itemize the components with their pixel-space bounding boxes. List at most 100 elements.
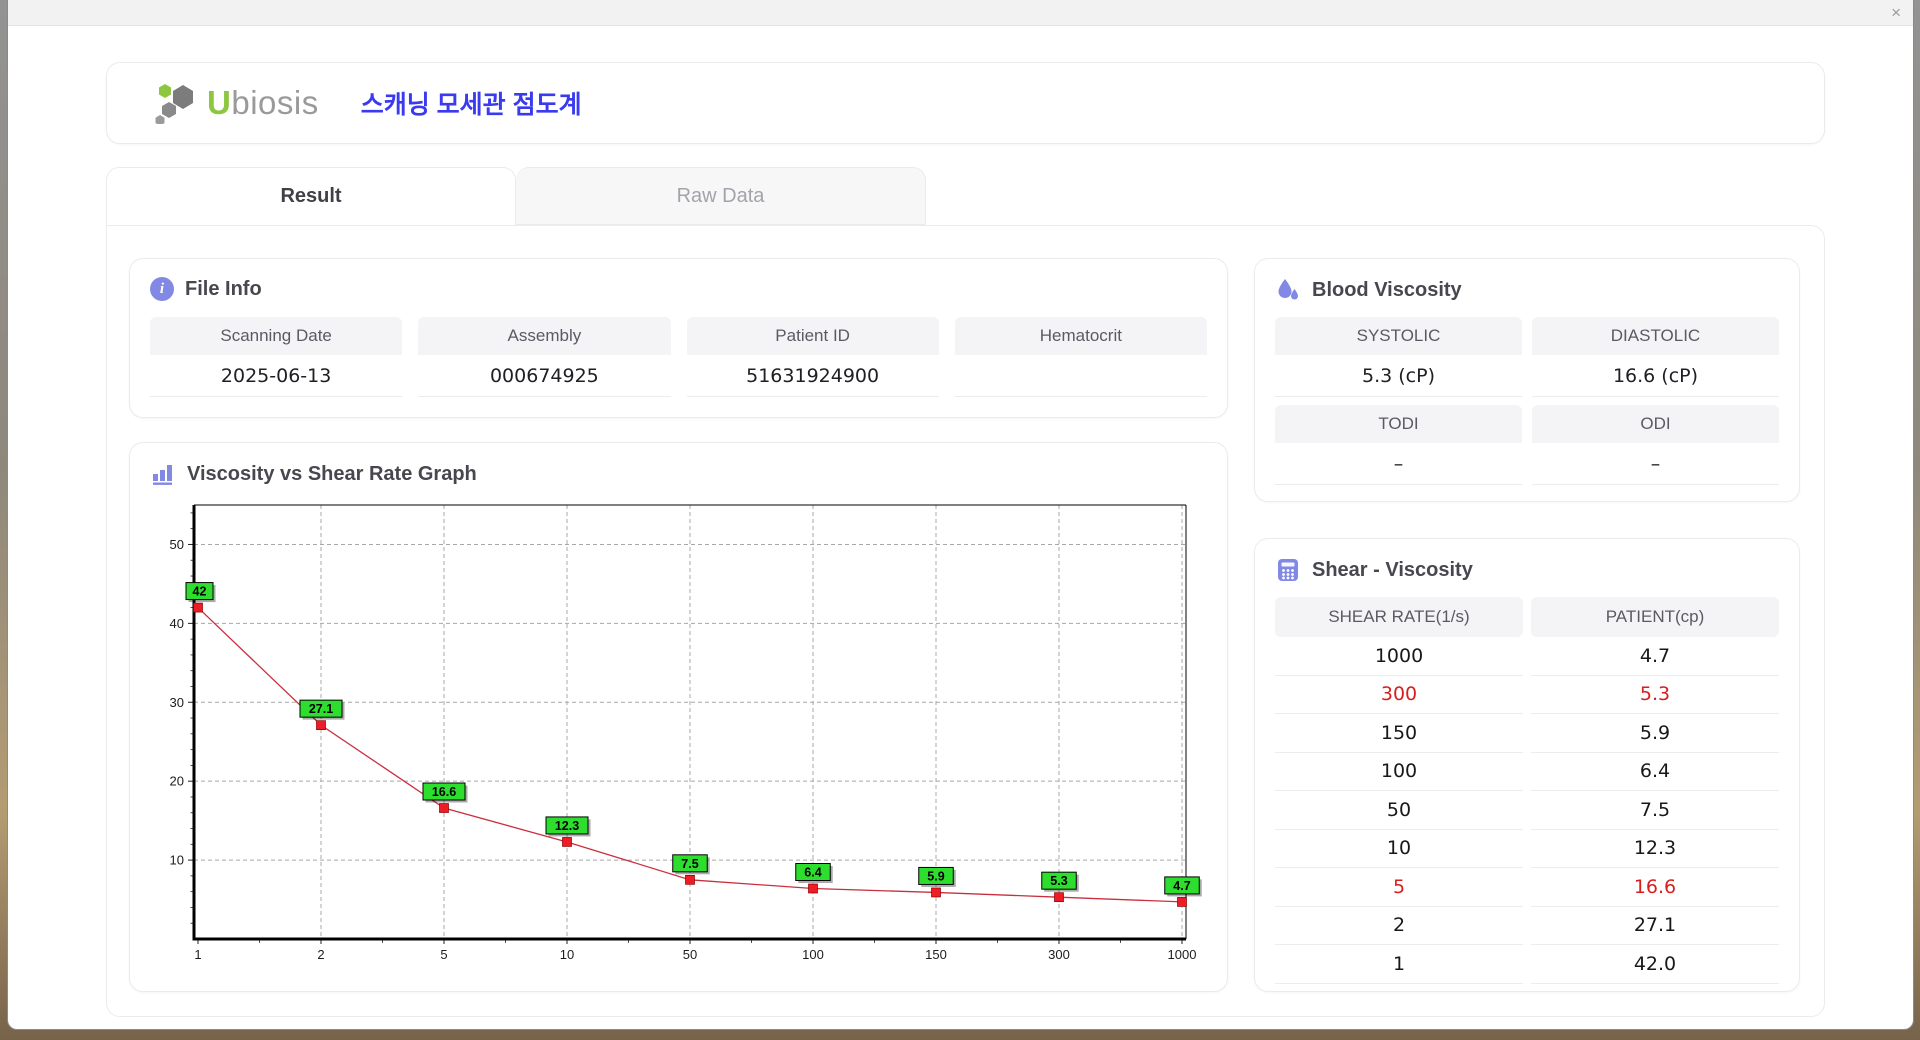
svg-text:10: 10 <box>170 853 184 868</box>
svg-text:6.4: 6.4 <box>804 865 821 879</box>
metric-label-diastolic: DIASTOLIC <box>1532 317 1779 355</box>
svg-text:300: 300 <box>1048 947 1070 962</box>
table-row: 50 7.5 <box>1275 791 1779 830</box>
field-label-scanning-date: Scanning Date <box>150 317 403 355</box>
table-body: 1000 4.7 300 5.3 150 5.9 100 6.4 50 7.5 10 12.3 5 16.… <box>1275 637 1779 984</box>
graph-header: Viscosity vs Shear Rate Graph <box>150 461 1207 487</box>
field-label-assembly: Assembly <box>418 317 671 355</box>
svg-text:1000: 1000 <box>1168 947 1197 962</box>
cell-patient-viscosity: 42.0 <box>1531 945 1779 984</box>
brand-rest: biosis <box>231 84 319 121</box>
cell-patient-viscosity: 4.7 <box>1531 637 1779 676</box>
table-row: 5 16.6 <box>1275 868 1779 907</box>
graph-card: Viscosity vs Shear Rate Graph 10 20 30 40 50… <box>129 442 1228 992</box>
cell-shear-rate: 100 <box>1275 753 1523 791</box>
table-row: 10 12.3 <box>1275 830 1779 868</box>
cell-patient-viscosity: 5.9 <box>1531 714 1779 753</box>
shear-viscosity-title: Shear - Viscosity <box>1312 558 1473 581</box>
svg-text:2: 2 <box>317 947 324 962</box>
table-row: 1 42.0 <box>1275 945 1779 984</box>
column-header-shear-rate: SHEAR RATE(1/s) <box>1275 597 1523 637</box>
cell-patient-viscosity: 6.4 <box>1531 753 1779 791</box>
close-icon[interactable]: × <box>1891 4 1901 21</box>
header-card: Ubiosis 스캐닝 모세관 점도계 <box>106 62 1825 144</box>
blood-viscosity-grid: SYSTOLIC DIASTOLIC 5.3 (cP) 16.6 (cP) TO… <box>1275 317 1779 485</box>
table-header-row: SHEAR RATE(1/s) PATIENT(cp) <box>1275 597 1779 637</box>
file-info-card: i File Info Scanning Date Assembly Patie… <box>129 258 1228 418</box>
page-title: 스캐닝 모세관 점도계 <box>360 91 582 119</box>
metric-label-odi: ODI <box>1532 405 1779 443</box>
metric-value-diastolic: 16.6 (cP) <box>1532 355 1779 397</box>
page-content: Ubiosis 스캐닝 모세관 점도계 Result Raw Data i Fi… <box>8 26 1913 1029</box>
svg-text:5.3: 5.3 <box>1050 874 1067 888</box>
app-window: × Ubiosis 스캐닝 모세관 점도계 Result Raw Data i … <box>7 0 1914 1030</box>
metric-label-todi: TODI <box>1275 405 1522 443</box>
svg-text:27.1: 27.1 <box>309 702 333 716</box>
table-row: 1000 4.7 <box>1275 637 1779 676</box>
svg-text:1: 1 <box>194 947 201 962</box>
svg-text:4.7: 4.7 <box>1173 879 1190 893</box>
result-panel: i File Info Scanning Date Assembly Patie… <box>106 225 1825 1017</box>
metric-value-odi: – <box>1532 443 1779 485</box>
cell-patient-viscosity: 12.3 <box>1531 830 1779 868</box>
viscosity-chart: 10 20 30 40 50 1 2 5 10 50 100 150 300 1000 42 27.1 16.6… <box>170 504 1202 962</box>
metric-value-systolic: 5.3 (cP) <box>1275 355 1522 397</box>
hexagon-logo-icon <box>155 84 193 124</box>
tab-bar: Result Raw Data <box>106 167 1825 225</box>
cell-patient-viscosity: 5.3 <box>1531 676 1779 714</box>
cell-patient-viscosity: 7.5 <box>1531 791 1779 830</box>
viscosity-chart-container: 10 20 30 40 50 1 2 5 10 50 100 150 300 1000 42 27.1 16.6… <box>150 497 1207 975</box>
cell-shear-rate: 50 <box>1275 791 1523 830</box>
brand-u: U <box>207 84 232 121</box>
blood-viscosity-card: Blood Viscosity SYSTOLIC DIASTOLIC 5.3 (… <box>1254 258 1800 502</box>
brand-text: Ubiosis <box>207 84 319 122</box>
shear-viscosity-header: Shear - Viscosity <box>1275 557 1779 583</box>
cell-patient-viscosity: 16.6 <box>1531 868 1779 907</box>
svg-text:30: 30 <box>170 695 184 710</box>
tab-result[interactable]: Result <box>106 167 516 225</box>
tab-raw-data[interactable]: Raw Data <box>516 167 926 225</box>
file-info-grid: Scanning Date Assembly Patient ID Hemato… <box>150 317 1207 397</box>
cell-shear-rate: 300 <box>1275 676 1523 714</box>
metric-label-systolic: SYSTOLIC <box>1275 317 1522 355</box>
file-info-title: File Info <box>185 277 262 300</box>
cell-shear-rate: 5 <box>1275 868 1523 907</box>
field-value-hematocrit <box>954 355 1207 397</box>
brand-logo: Ubiosis <box>153 82 319 124</box>
left-column: i File Info Scanning Date Assembly Patie… <box>129 258 1228 992</box>
calculator-icon <box>1278 559 1298 581</box>
cell-shear-rate: 10 <box>1275 830 1523 868</box>
svg-text:40: 40 <box>170 616 184 631</box>
field-label-hematocrit: Hematocrit <box>954 317 1207 355</box>
shear-viscosity-card: Shear - Viscosity SHEAR RATE(1/s) PATIEN… <box>1254 538 1800 992</box>
cell-shear-rate: 1 <box>1275 945 1523 984</box>
svg-text:5: 5 <box>440 947 447 962</box>
field-value-assembly: 000674925 <box>418 355 671 397</box>
svg-text:100: 100 <box>802 947 824 962</box>
table-row: 100 6.4 <box>1275 753 1779 791</box>
metric-value-todi: – <box>1275 443 1522 485</box>
svg-text:20: 20 <box>170 774 184 789</box>
file-info-header: i File Info <box>150 277 1207 301</box>
chart-y-labels: 10 20 30 40 50 <box>170 537 184 868</box>
svg-text:50: 50 <box>683 947 697 962</box>
field-label-patient-id: Patient ID <box>686 317 939 355</box>
svg-text:10: 10 <box>560 947 574 962</box>
svg-text:5.9: 5.9 <box>927 869 944 883</box>
blood-viscosity-header: Blood Viscosity <box>1275 277 1779 303</box>
info-icon: i <box>150 277 174 301</box>
cell-patient-viscosity: 27.1 <box>1531 907 1779 945</box>
table-row: 150 5.9 <box>1275 714 1779 753</box>
field-value-scanning-date: 2025-06-13 <box>150 355 403 397</box>
shear-viscosity-table: SHEAR RATE(1/s) PATIENT(cp) 1000 4.7 300 5.… <box>1275 597 1779 984</box>
svg-text:12.3: 12.3 <box>555 819 579 833</box>
cell-shear-rate: 2 <box>1275 907 1523 945</box>
field-value-patient-id: 51631924900 <box>686 355 939 397</box>
svg-text:150: 150 <box>925 947 947 962</box>
svg-text:16.6: 16.6 <box>432 785 456 799</box>
svg-text:7.5: 7.5 <box>681 857 698 871</box>
right-column: Blood Viscosity SYSTOLIC DIASTOLIC 5.3 (… <box>1254 258 1800 992</box>
graph-title: Viscosity vs Shear Rate Graph <box>187 462 477 485</box>
window-titlebar: × <box>8 0 1913 26</box>
svg-text:42: 42 <box>193 585 207 599</box>
